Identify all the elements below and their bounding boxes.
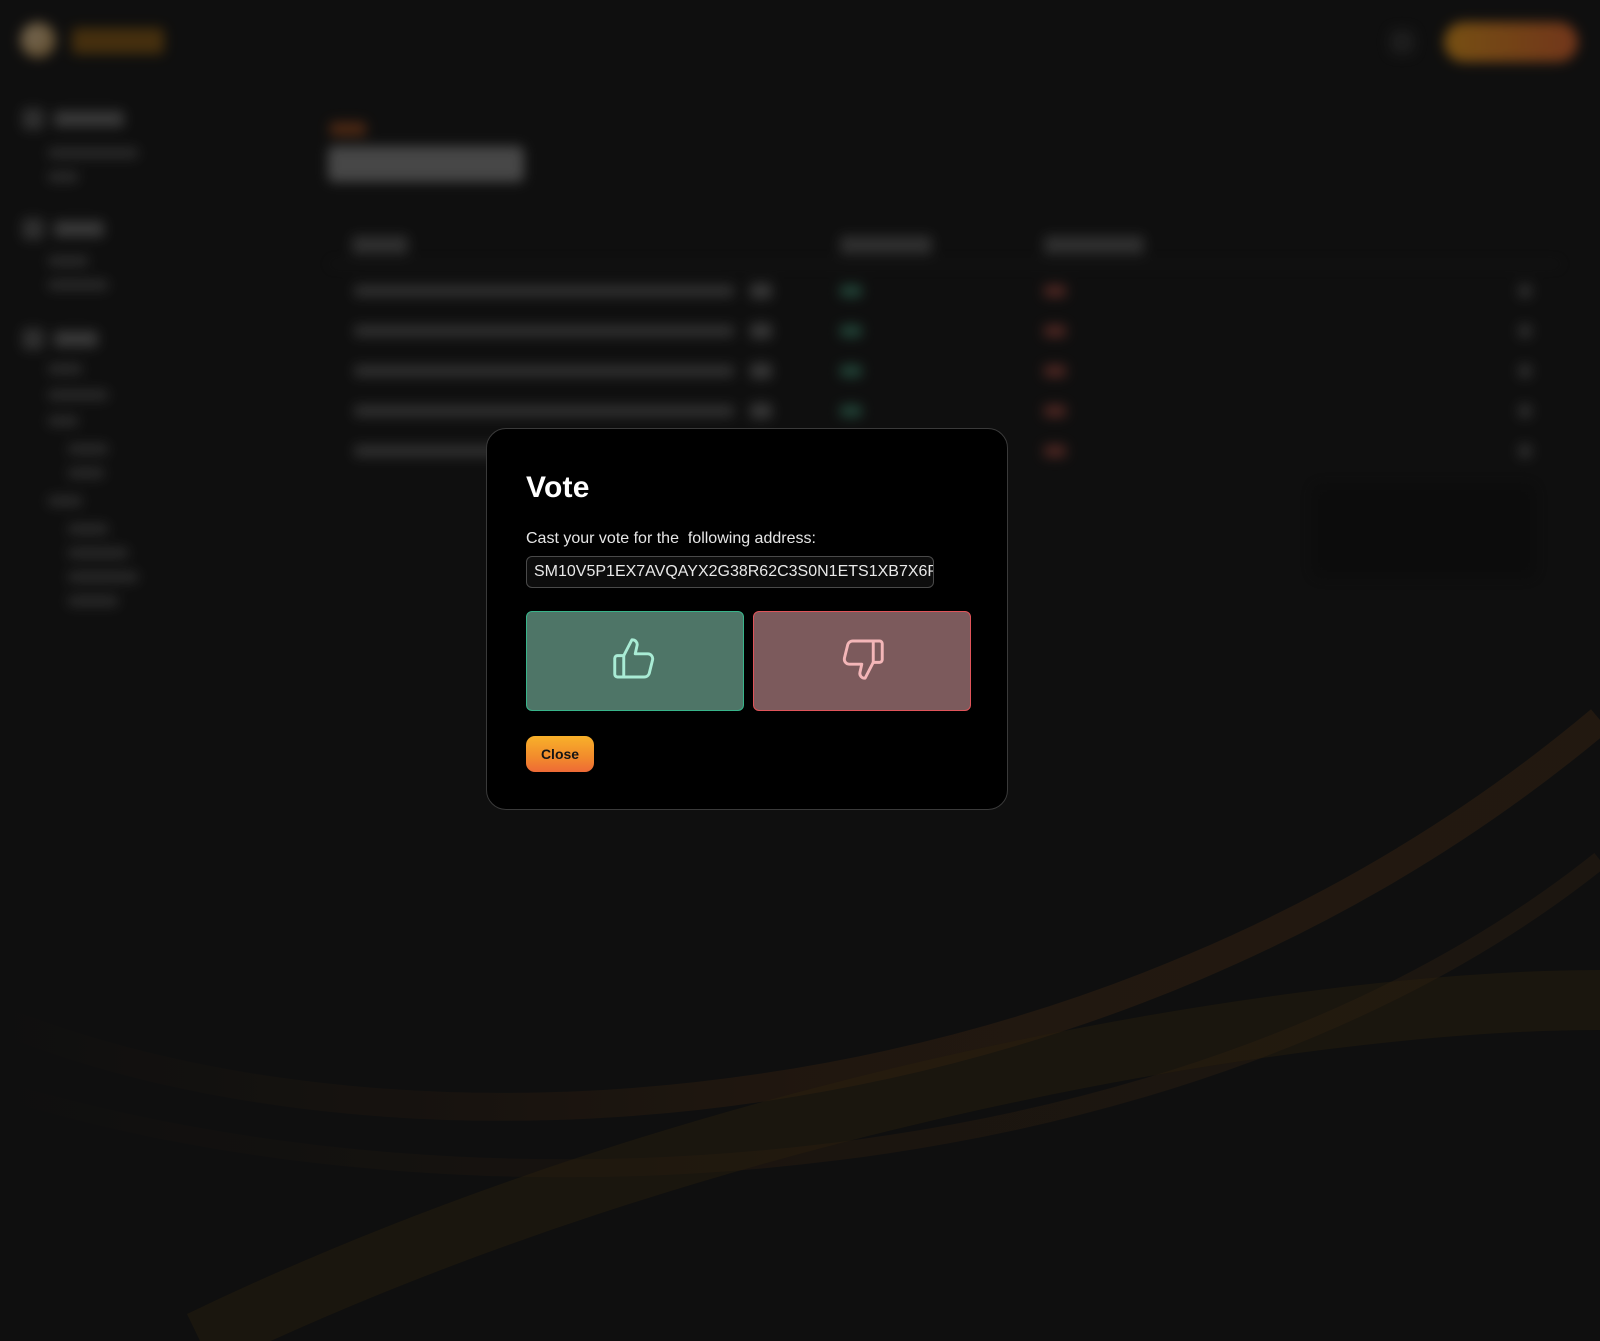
thumbs-up-icon <box>608 632 662 691</box>
address-field[interactable]: SM10V5P1EX7AVQAYX2G38R62C3S0N1ETS1XB7X6P… <box>526 556 934 588</box>
thumbs-down-icon <box>835 632 889 691</box>
downvote-button[interactable] <box>753 611 971 711</box>
modal-description: Cast your vote for the following address… <box>526 530 816 547</box>
app-window: Vote Cast your vote for the following ad… <box>0 0 1600 1341</box>
modal-title: Vote <box>526 471 590 504</box>
close-button[interactable]: Close <box>526 736 594 772</box>
upvote-button[interactable] <box>526 611 744 711</box>
vote-modal: Vote Cast your vote for the following ad… <box>486 428 1008 810</box>
